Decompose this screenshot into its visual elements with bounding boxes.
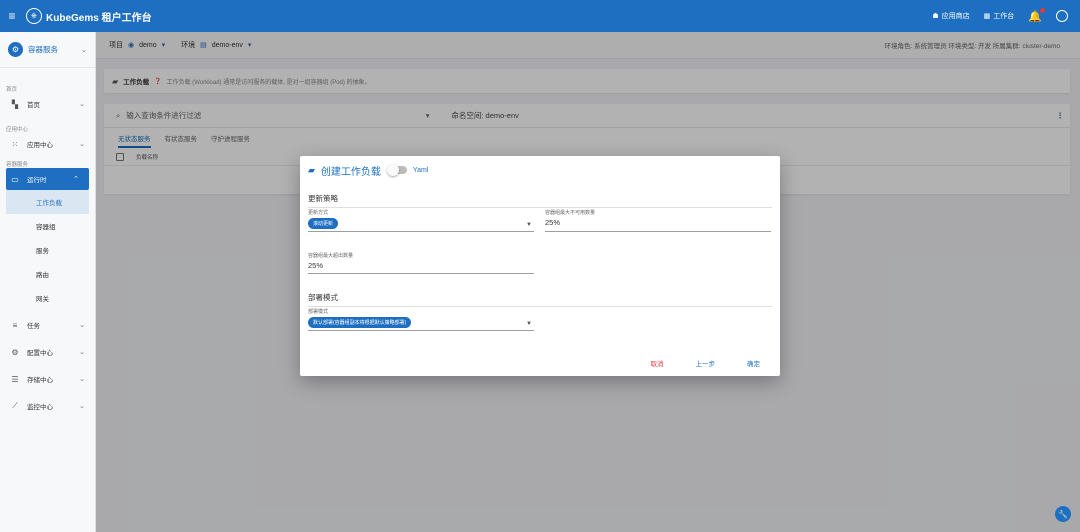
chevron-down-icon: ⌄ [79, 376, 85, 383]
sidebar-item-label: 监控中心 [27, 404, 53, 411]
sidebar-item-home[interactable]: ▚ 首页 ⌄ [0, 93, 95, 115]
sidebar-item-label: 任务 [27, 323, 40, 330]
chevron-up-icon: ⌃ [73, 176, 79, 183]
sidebar-subitem-routes[interactable]: 路由 [6, 262, 89, 286]
dialog-actions: 取消 上一步 确定 [651, 358, 761, 368]
sidebar-item-runtime[interactable]: ▭ 运行时 ⌃ [6, 168, 89, 190]
dialog-title-bar: ▰ 创建工作负载 Yaml [308, 162, 428, 178]
chevron-down-icon: ⌄ [79, 141, 85, 148]
dialog-title: 创建工作负载 [320, 166, 381, 178]
user-avatar-icon[interactable] [1056, 10, 1068, 22]
sidebar-item-label: 应用中心 [27, 142, 53, 149]
update-method-chip: 滚动更新 [308, 218, 339, 229]
max-unavailable-value: 25% [545, 218, 561, 227]
sidebar-header-label: 容器服务 [28, 45, 58, 54]
field-label: 部署模式 [308, 309, 329, 315]
section-update-strategy: 更新策略 [308, 193, 772, 208]
app-store-label: 应用商店 [941, 13, 970, 20]
section-label-home: 首页 [6, 87, 18, 93]
bell-icon[interactable]: 🔔 [1028, 7, 1045, 23]
field-label: 容器组最大超出数量 [308, 253, 354, 259]
top-app-bar: ≡ ⎈ KubeGems 租户工作台 ☗ 应用商店 ▦ 工作台 🔔 [0, 0, 1080, 32]
notification-dot [1040, 7, 1045, 13]
task-list-icon: ≡ [12, 320, 18, 330]
menu-icon[interactable]: ≡ [0, 9, 24, 23]
create-workload-dialog: ▰ 创建工作负载 Yaml 更新策略 更新方式 滚动更新 ▼ 容器组最大不可用数… [300, 156, 780, 376]
chevron-down-icon: ⌄ [79, 322, 85, 329]
max-unavailable-field[interactable]: 容器组最大不可用数量 25% [545, 209, 771, 232]
store-icon: ☗ [932, 13, 939, 20]
container-service-icon: ⚙ [8, 42, 23, 57]
database-icon: ☰ [11, 374, 19, 384]
sidebar-subitem-workload[interactable]: 工作负载 [6, 190, 89, 214]
confirm-button[interactable]: 确定 [747, 358, 760, 368]
apps-icon: ⁙ [11, 139, 19, 149]
toggle-knob [386, 164, 399, 176]
previous-step-button[interactable]: 上一步 [696, 358, 716, 368]
workload-icon: ▰ [308, 164, 315, 175]
yaml-toggle-label: Yaml [412, 166, 429, 174]
sidebar: ⚙ 容器服务 ⌄ 首页 ▚ 首页 ⌄ 应用中心 ⁙ 应用中心 ⌄ 容器服务 ▭ … [0, 32, 96, 532]
gear-icon: ⚙ [11, 347, 19, 357]
max-surge-value: 25% [308, 261, 324, 270]
sidebar-service-switcher[interactable]: ⚙ 容器服务 ⌄ [0, 32, 95, 68]
dropdown-arrow-icon: ▼ [526, 222, 532, 228]
chevron-down-icon: ⌄ [79, 403, 85, 410]
field-label: 容器组最大不可用数量 [545, 210, 596, 216]
dashboard-icon: ▚ [11, 99, 19, 109]
window-icon: ▭ [11, 174, 19, 184]
sidebar-item-app-center[interactable]: ⁙ 应用中心 ⌄ [0, 133, 95, 155]
cancel-button[interactable]: 取消 [651, 358, 664, 368]
sidebar-subitem-gateway[interactable]: 网关 [6, 286, 89, 310]
yaml-toggle[interactable] [386, 164, 407, 176]
kubegems-logo-icon: ⎈ [26, 8, 42, 24]
app-store-button[interactable]: ☗ 应用商店 [932, 11, 969, 21]
update-method-select[interactable]: 更新方式 滚动更新 ▼ [308, 209, 534, 232]
dropdown-arrow-icon: ▼ [526, 321, 532, 327]
sidebar-item-label: 配置中心 [27, 350, 53, 357]
workspace-button[interactable]: ▦ 工作台 [984, 11, 1015, 21]
max-surge-field[interactable]: 容器组最大超出数量 25% [308, 252, 534, 274]
section-label-container-service: 容器服务 [6, 162, 29, 168]
sidebar-item-label: 运行时 [27, 177, 47, 184]
app-title: KubeGems 租户工作台 [46, 12, 152, 24]
sidebar-item-tasks[interactable]: ≡ 任务 ⌄ [0, 314, 95, 336]
field-label: 更新方式 [308, 210, 329, 216]
deploy-mode-select[interactable]: 部署模式 默认部署(容器组副本将根据默认策略部署) ▼ [308, 308, 534, 331]
wrench-icon[interactable]: 🔧 [1055, 506, 1071, 522]
chart-line-icon: ⟋ [12, 401, 18, 410]
section-label-app-center: 应用中心 [6, 127, 29, 133]
sidebar-item-config-center[interactable]: ⚙ 配置中心 ⌄ [0, 341, 95, 363]
sidebar-item-storage-center[interactable]: ☰ 存储中心 ⌄ [0, 368, 95, 390]
workspace-label: 工作台 [993, 13, 1015, 20]
sidebar-subitem-services[interactable]: 服务 [6, 238, 89, 262]
chevron-down-icon: ⌄ [80, 45, 87, 54]
sidebar-item-monitor-center[interactable]: ⟋ 监控中心 ⌄ [0, 395, 95, 417]
grid-icon: ▦ [983, 13, 991, 20]
section-deploy-mode: 部署模式 [308, 292, 772, 307]
chevron-down-icon: ⌄ [79, 101, 85, 108]
sidebar-subitem-pods[interactable]: 容器组 [6, 214, 89, 238]
sidebar-item-label: 存储中心 [27, 377, 53, 384]
chevron-down-icon: ⌄ [79, 349, 85, 356]
deploy-mode-chip: 默认部署(容器组副本将根据默认策略部署) [308, 317, 412, 328]
sidebar-item-label: 首页 [27, 102, 40, 109]
